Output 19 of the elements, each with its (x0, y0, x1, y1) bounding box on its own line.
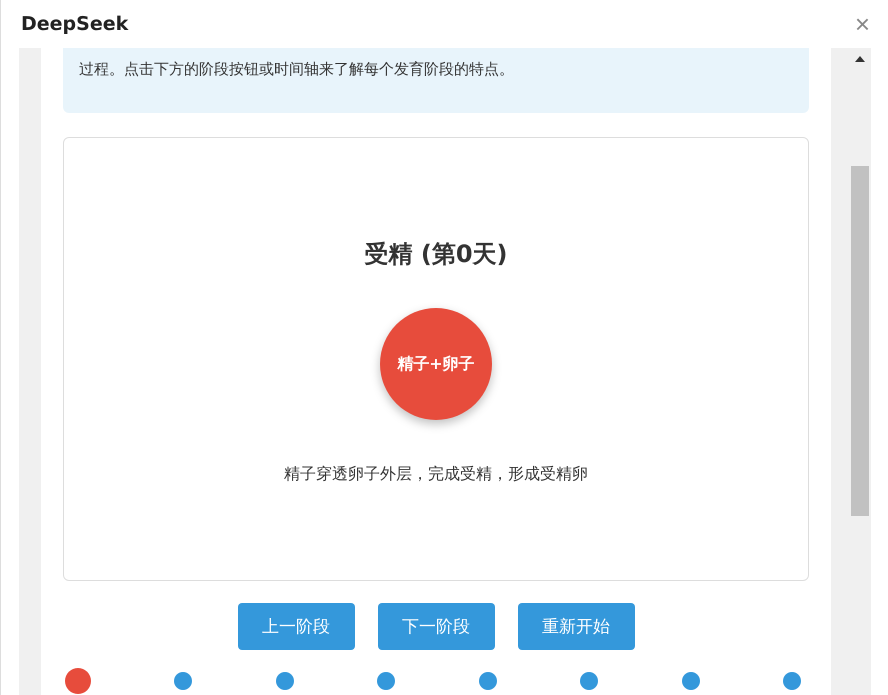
timeline-dot[interactable] (65, 668, 91, 694)
close-button[interactable]: × (854, 11, 870, 37)
scrollbar-thumb[interactable] (851, 166, 869, 516)
stage-button[interactable]: 下一阶段 (378, 602, 494, 650)
stage-title: 受精 (第0天) (364, 239, 508, 270)
stage-button[interactable]: 上一阶段 (238, 602, 354, 650)
stage-circle: 精子+卵子 (380, 308, 492, 420)
timeline-dot[interactable] (580, 672, 598, 690)
timeline-dot[interactable] (478, 672, 497, 690)
timeline-dot[interactable] (682, 672, 700, 690)
scroll-up-icon[interactable] (855, 56, 865, 62)
timeline-dot[interactable] (276, 672, 294, 690)
window-title: DeepSeek (21, 13, 128, 35)
timeline-dot[interactable] (174, 672, 192, 690)
stage-description: 精子穿透卵子外层，完成受精，形成受精卵 (284, 464, 588, 485)
info-text: 过程。点击下方的阶段按钮或时间轴来了解每个发育阶段的特点。 (79, 60, 515, 79)
timeline-dot[interactable] (782, 672, 801, 690)
timeline-dot[interactable] (377, 672, 396, 690)
stage-button[interactable]: 重新开始 (518, 602, 634, 650)
